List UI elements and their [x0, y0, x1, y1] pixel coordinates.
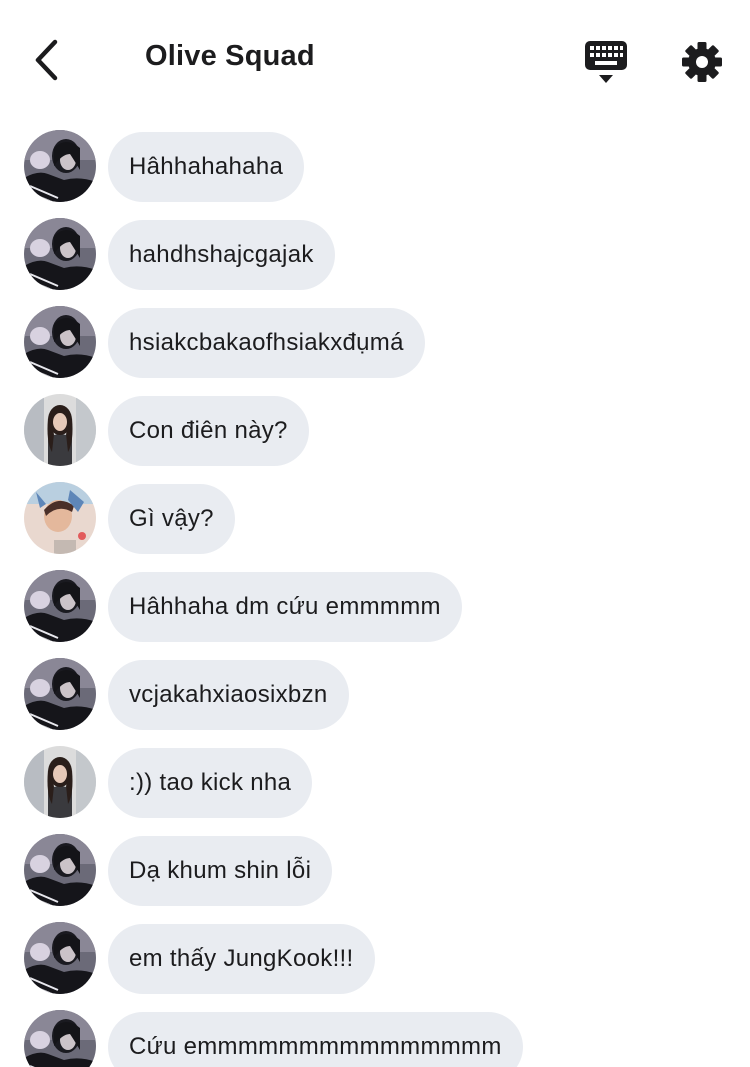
avatar[interactable]: [24, 482, 96, 554]
avatar-image: [24, 922, 96, 994]
message-row: vcjakahxiaosixbzn: [0, 652, 750, 730]
avatar-image: [24, 394, 96, 466]
avatar[interactable]: [24, 306, 96, 378]
avatar-image: [24, 1010, 96, 1067]
avatar-image: [24, 306, 96, 378]
avatar-image: [24, 746, 96, 818]
message-list[interactable]: Hâhhahahaha hahdhshajcgajak hsiakcbakaof…: [0, 118, 750, 1067]
avatar-image: [24, 834, 96, 906]
message-bubble[interactable]: Hâhhaha dm cứu emmmmm: [108, 572, 462, 642]
message-row: Dạ khum shin lỗi: [0, 828, 750, 906]
avatar[interactable]: [24, 658, 96, 730]
message-row: Gì vậy?: [0, 476, 750, 554]
message-bubble[interactable]: Cứu emmmmmmmmmmmmmmm: [108, 1012, 523, 1067]
message-row: hsiakcbakaofhsiakxđụmá: [0, 300, 750, 378]
avatar-image: [24, 570, 96, 642]
avatar[interactable]: [24, 130, 96, 202]
message-row: :)) tao kick nha: [0, 740, 750, 818]
message-bubble[interactable]: em thấy JungKook!!!: [108, 924, 375, 994]
avatar[interactable]: [24, 394, 96, 466]
avatar[interactable]: [24, 570, 96, 642]
avatar[interactable]: [24, 834, 96, 906]
message-bubble[interactable]: hsiakcbakaofhsiakxđụmá: [108, 308, 425, 378]
keyboard-button[interactable]: [581, 38, 631, 86]
avatar-image: [24, 218, 96, 290]
avatar[interactable]: [24, 922, 96, 994]
message-bubble[interactable]: Gì vậy?: [108, 484, 235, 554]
message-row: Hâhhahahaha: [0, 124, 750, 202]
avatar-image: [24, 658, 96, 730]
chat-screen: Olive Squad Hâhhahahaha hahdhshajcgajak …: [0, 0, 750, 1067]
keyboard-icon: [585, 41, 627, 83]
chat-header: Olive Squad: [0, 0, 750, 118]
message-row: hahdhshajcgajak: [0, 212, 750, 290]
message-row: Cứu emmmmmmmmmmmmmmm: [0, 1004, 750, 1067]
message-bubble[interactable]: Dạ khum shin lỗi: [108, 836, 333, 906]
chat-title: Olive Squad: [145, 40, 315, 72]
message-bubble[interactable]: Con điên này?: [108, 396, 309, 466]
avatar[interactable]: [24, 746, 96, 818]
message-bubble[interactable]: Hâhhahahaha: [108, 132, 305, 202]
message-row: em thấy JungKook!!!: [0, 916, 750, 994]
avatar[interactable]: [24, 1010, 96, 1067]
settings-button[interactable]: [678, 38, 726, 86]
chevron-left-icon: [35, 39, 58, 81]
message-bubble[interactable]: hahdhshajcgajak: [108, 220, 335, 290]
back-button[interactable]: [22, 36, 70, 84]
avatar-image: [24, 482, 96, 554]
message-bubble[interactable]: vcjakahxiaosixbzn: [108, 660, 349, 730]
gear-icon: [682, 42, 722, 82]
message-row: Hâhhaha dm cứu emmmmm: [0, 564, 750, 642]
message-row: Con điên này?: [0, 388, 750, 466]
avatar[interactable]: [24, 218, 96, 290]
avatar-image: [24, 130, 96, 202]
message-bubble[interactable]: :)) tao kick nha: [108, 748, 313, 818]
